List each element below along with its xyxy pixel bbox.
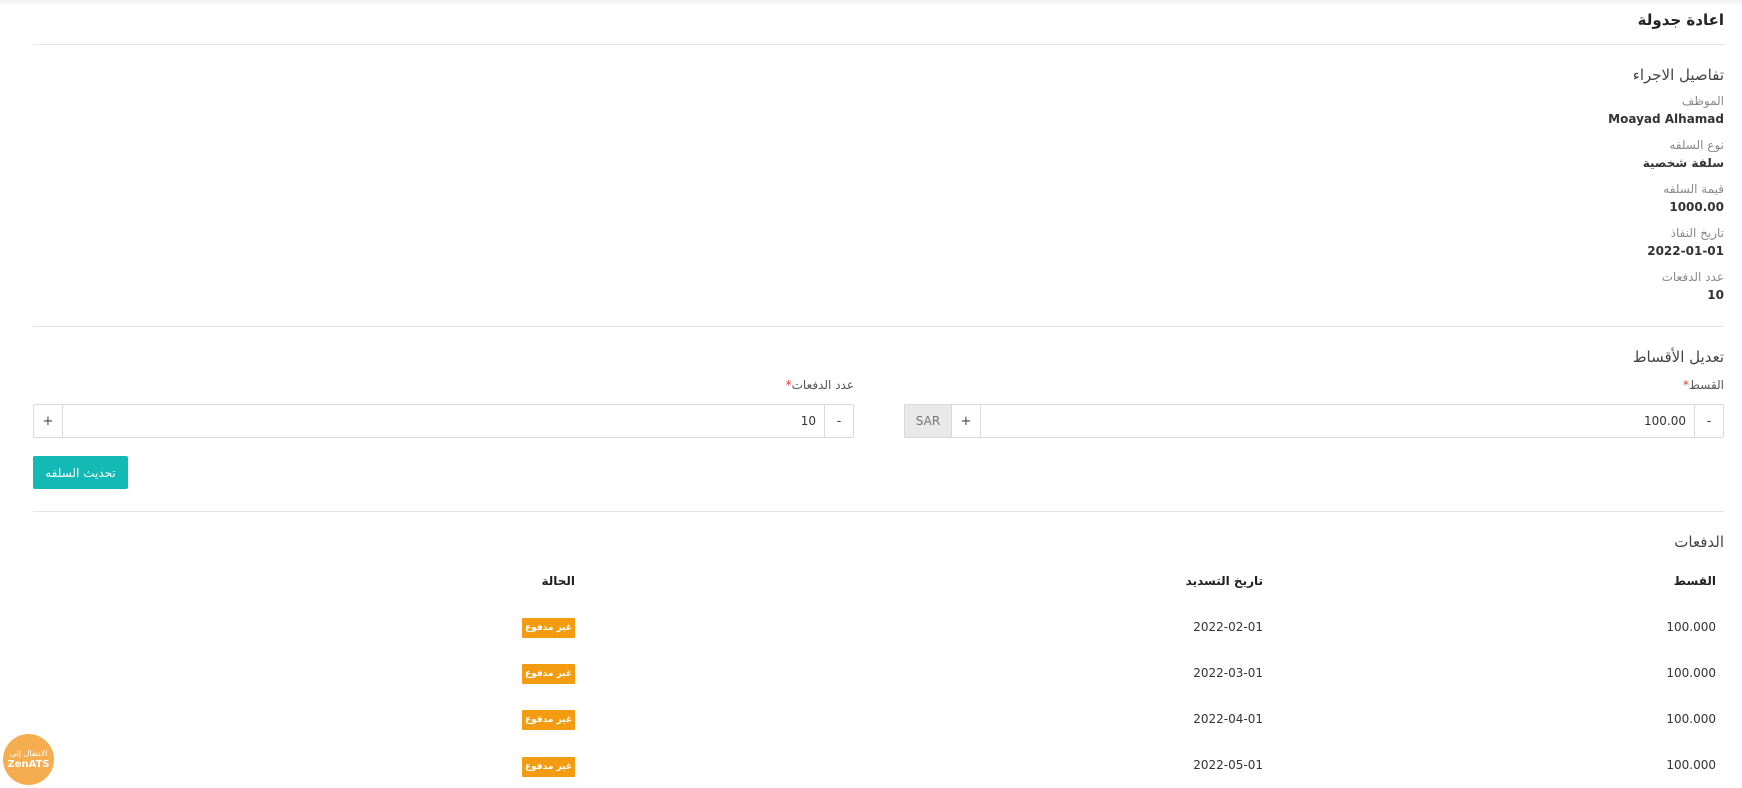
top-shadow [0, 0, 1742, 6]
column-header-due-date: تاريخ التسديد [1185, 574, 1263, 588]
column-header-installment: القسط [1673, 574, 1716, 588]
effective-date-label: تاريخ النفاذ [1670, 226, 1724, 240]
payments-count-minus-button[interactable]: - [824, 405, 853, 437]
payments-count-label-text: عدد الدفعات [791, 378, 854, 392]
status-badge: غير مدفوع [522, 618, 575, 638]
status-badge: غير مدفوع [522, 757, 575, 777]
row-installment: 100.000 [1666, 666, 1716, 680]
payments-count-input[interactable] [63, 405, 824, 437]
advance-amount-value: 1000.00 [1669, 200, 1724, 214]
switch-app-line1: الانتقال إلى [9, 748, 48, 758]
currency-addon: SAR [905, 405, 952, 437]
employee-value: Moayad Alhamad [1608, 112, 1724, 126]
row-installment: 100.000 [1666, 620, 1716, 634]
row-due-date: 2022-02-01 [1193, 620, 1263, 634]
row-installment: 100.000 [1666, 758, 1716, 772]
switch-to-zenats-button[interactable]: الانتقال إلى ZenATS [3, 734, 54, 785]
advance-amount-label: قيمة السلفه [1663, 182, 1724, 196]
installment-label-text: القسط [1688, 378, 1724, 392]
installment-plus-button[interactable]: + [952, 405, 981, 437]
divider [33, 44, 1724, 45]
installment-stepper: SAR + - [904, 404, 1724, 438]
payments-count-stepper: + - [33, 404, 854, 438]
row-installment: 100.000 [1666, 712, 1716, 726]
employee-label: الموظف [1681, 94, 1724, 108]
payments-count-value: 10 [1707, 288, 1724, 302]
advance-type-label: نوع السلفه [1669, 138, 1724, 152]
row-due-date: 2022-03-01 [1193, 666, 1263, 680]
installment-input[interactable] [981, 405, 1694, 437]
status-badge: غير مدفوع [522, 664, 575, 684]
effective-date-value: 2022-01-01 [1647, 244, 1724, 258]
divider [33, 326, 1724, 327]
payments-count-field-label: *عدد الدفعات [784, 378, 854, 392]
payments-count-label: عدد الدفعات [1661, 270, 1724, 284]
edit-installments-title: تعديل الأقساط [1632, 348, 1724, 366]
status-badge: غير مدفوع [522, 710, 575, 730]
row-due-date: 2022-05-01 [1193, 758, 1263, 772]
installment-minus-button[interactable]: - [1694, 405, 1723, 437]
installment-field-label: *القسط [1681, 378, 1724, 392]
update-advance-button[interactable]: تحديث السلفه [33, 456, 128, 489]
details-section-title: تفاصيل الاجراء [1632, 66, 1724, 84]
row-due-date: 2022-04-01 [1193, 712, 1263, 726]
payments-section-title: الدفعات [1674, 533, 1724, 551]
advance-type-value: سلفة شخصية [1642, 156, 1724, 170]
page-title: اعادة جدولة [1637, 11, 1724, 29]
payments-count-plus-button[interactable]: + [34, 405, 63, 437]
divider [33, 511, 1724, 512]
switch-app-line2: ZenATS [7, 758, 50, 770]
column-header-status: الحالة [541, 574, 575, 588]
